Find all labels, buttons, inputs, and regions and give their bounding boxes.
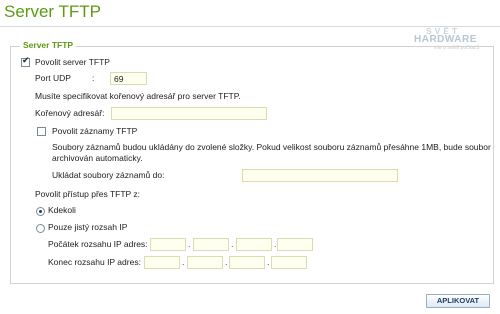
enable-tftp-checkbox[interactable] [21,56,30,67]
access-range-radio[interactable] [36,224,45,233]
end-ip-octet-2[interactable] [187,256,223,269]
port-udp-colon: : [92,73,95,83]
enable-logs-label: Povolit záznamy TFTP [52,126,138,136]
access-label: Povolit přístup přes TFTP z: [35,189,141,199]
port-udp-label: Port UDP [35,73,71,83]
access-any-label: Kdekoli [48,205,76,215]
enable-tftp-label: Povolit server TFTP [35,57,110,67]
end-ip-octet-4[interactable] [271,256,307,269]
ip-separator-dot: . [225,257,228,267]
logs-folder-input[interactable] [242,169,398,182]
port-udp-input[interactable] [110,72,147,85]
page-title: Server TFTP [4,2,101,21]
start-ip-octet-4[interactable] [277,238,313,251]
end-ip-octet-3[interactable] [229,256,265,269]
access-any-radio[interactable] [36,207,45,216]
ip-separator-dot: . [231,239,234,249]
watermark-line2: HARDWARE [414,34,477,45]
ip-separator-dot: . [267,257,270,267]
ip-separator-dot: . [188,239,191,249]
access-range-label: Pouze jistý rozsah IP [48,222,128,232]
root-dir-note: Musíte specifikovat kořenový adresář pro… [35,91,241,101]
start-ip-octet-2[interactable] [193,238,229,251]
root-dir-label: Kořenový adresář: [35,108,105,118]
logs-folder-label: Ukládat soubory záznamů do: [52,170,165,180]
start-ip-octet-1[interactable] [150,238,186,251]
ip-separator-dot: . [182,257,185,267]
start-ip-label: Počátek rozsahu IP adres: [48,239,148,249]
apply-button[interactable]: APLIKOVAT [426,294,490,308]
start-ip-octet-3[interactable] [236,238,272,251]
root-dir-input[interactable] [111,107,267,120]
end-ip-octet-1[interactable] [144,256,180,269]
section-legend: Server TFTP [20,40,77,50]
enable-logs-checkbox[interactable] [37,127,46,136]
logs-note: Soubory záznamů budou ukládány do zvolen… [52,142,491,163]
end-ip-label: Konec rozsahu IP adres: [48,257,141,267]
